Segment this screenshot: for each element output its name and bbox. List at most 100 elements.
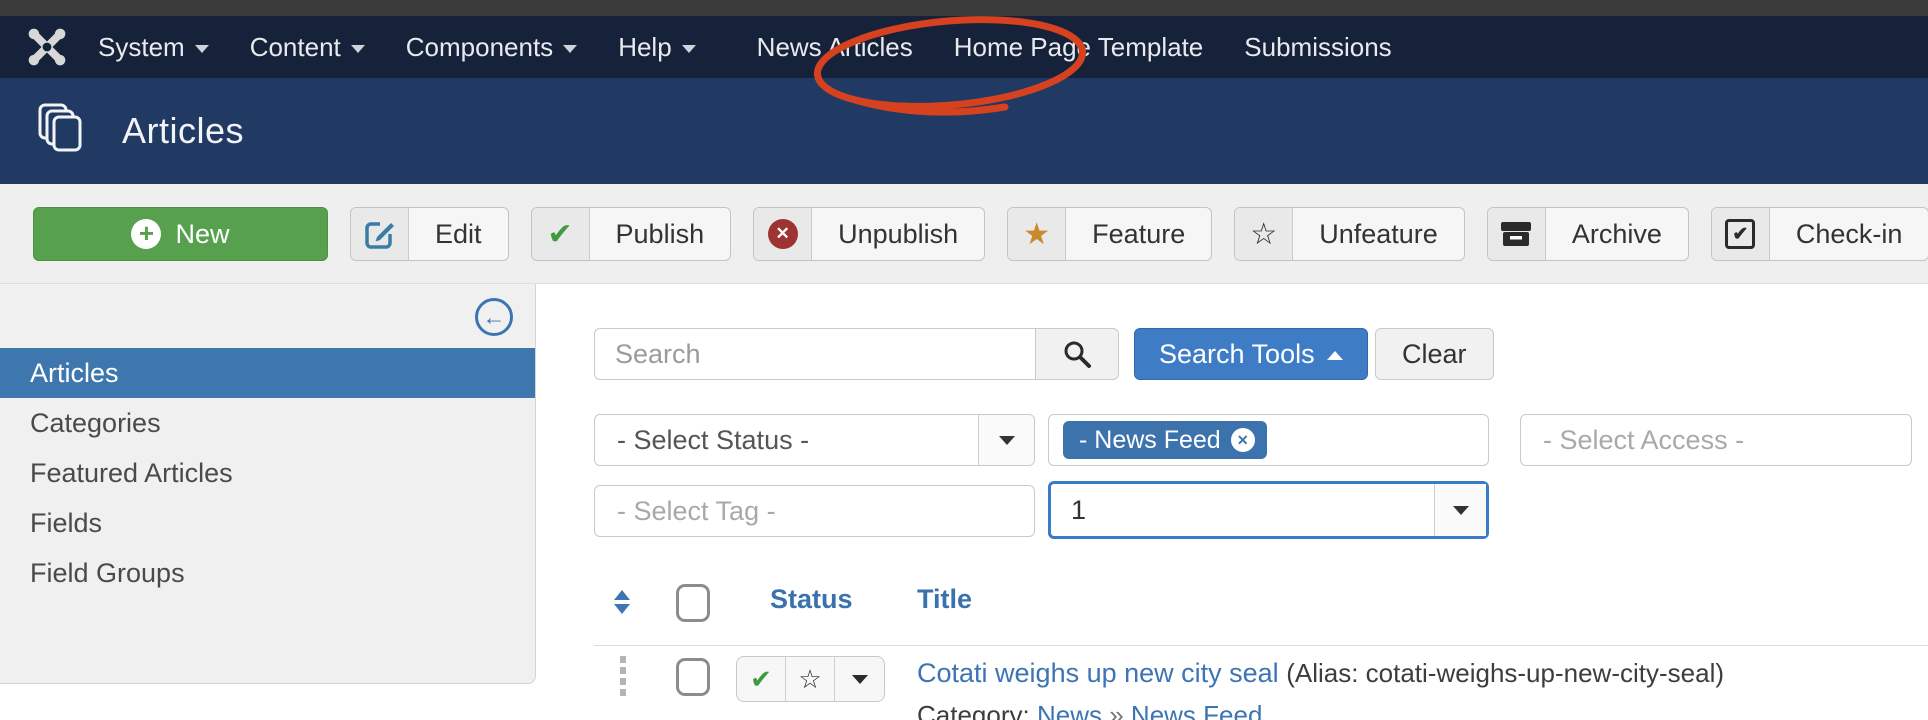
chevron-down-icon: [351, 45, 365, 53]
chevron-down-icon: [195, 45, 209, 53]
chevron-down-icon: [852, 675, 868, 684]
menu-content[interactable]: Content: [250, 32, 365, 63]
toolbar: + New Edit ✔ Publish ✕ U: [0, 184, 1928, 284]
menu-submissions-label: Submissions: [1244, 32, 1391, 63]
status-filter-value: - Select Status -: [595, 425, 978, 456]
search-tools-button[interactable]: Search Tools: [1134, 328, 1368, 380]
category-filter-box[interactable]: - News Feed ✕: [1048, 414, 1489, 466]
column-header-title[interactable]: Title: [917, 584, 972, 615]
category-chip-label: - News Feed: [1079, 426, 1221, 455]
status-filter-caret[interactable]: [978, 415, 1034, 465]
access-filter-value: - Select Access -: [1521, 425, 1911, 456]
sidebar: ← Articles Categories Featured Articles …: [0, 284, 536, 684]
search-icon: [1062, 339, 1092, 369]
main-content: Search Tools Clear - Select Status - - N…: [536, 284, 1928, 720]
unfeature-button-label: Unfeature: [1293, 208, 1464, 260]
tag-filter-select[interactable]: - Select Tag -: [594, 485, 1035, 537]
check-in-button[interactable]: ✔ Check-in: [1711, 207, 1928, 261]
edit-button-label: Edit: [409, 208, 508, 260]
unpublish-button[interactable]: ✕ Unpublish: [753, 207, 985, 261]
menu-system[interactable]: System: [98, 32, 209, 63]
check-icon: ✔: [532, 208, 590, 260]
menu-help-label: Help: [618, 32, 671, 63]
menu-components-label: Components: [406, 32, 553, 63]
menu-content-label: Content: [250, 32, 341, 63]
row-status-dropdown[interactable]: [835, 657, 884, 701]
star-outline-icon: ☆: [1235, 208, 1293, 260]
new-button[interactable]: + New: [33, 207, 328, 261]
row-title-line: Cotati weighs up new city seal (Alias: c…: [917, 658, 1724, 689]
access-filter-select[interactable]: - Select Access -: [1520, 414, 1912, 466]
new-button-label: New: [175, 219, 229, 250]
chevron-up-icon: [1327, 351, 1343, 360]
clear-button[interactable]: Clear: [1375, 328, 1494, 380]
tag-filter-value: - Select Tag -: [595, 496, 1034, 527]
publish-button-label: Publish: [590, 208, 731, 260]
plus-circle-icon: +: [131, 219, 161, 249]
menu-system-label: System: [98, 32, 185, 63]
levels-filter-select[interactable]: 1: [1048, 481, 1489, 539]
menu-components[interactable]: Components: [406, 32, 577, 63]
sidebar-item-articles[interactable]: Articles: [0, 348, 535, 398]
page-title: Articles: [122, 110, 244, 152]
row-drag-handle[interactable]: [620, 656, 626, 696]
menu-help[interactable]: Help: [618, 32, 695, 63]
chevron-down-icon: [682, 45, 696, 53]
search-tools-label: Search Tools: [1159, 339, 1315, 370]
chevron-down-icon: [1453, 506, 1469, 515]
sidebar-item-fields[interactable]: Fields: [0, 498, 535, 548]
row-published-icon[interactable]: ✔: [737, 657, 786, 701]
unfeature-button[interactable]: ☆ Unfeature: [1234, 207, 1465, 261]
status-filter-select[interactable]: - Select Status -: [594, 414, 1035, 466]
collapse-sidebar-button[interactable]: ←: [475, 298, 513, 336]
x-circle-icon: ✕: [754, 208, 812, 260]
unpublish-button-label: Unpublish: [812, 208, 984, 260]
search-input[interactable]: [594, 328, 1035, 380]
article-title-link[interactable]: Cotati weighs up new city seal: [917, 658, 1279, 688]
article-alias-text: (Alias: cotati-weighs-up-new-city-seal): [1286, 658, 1724, 688]
checked-box-icon: ✔: [1712, 208, 1770, 260]
subcategory-link[interactable]: News Feed: [1131, 700, 1263, 720]
check-in-button-label: Check-in: [1770, 208, 1928, 260]
archive-box-icon: [1488, 208, 1546, 260]
levels-filter-value: 1: [1051, 495, 1434, 526]
menu-submissions[interactable]: Submissions: [1244, 32, 1391, 63]
menu-news-articles-label: News Articles: [757, 32, 913, 63]
archive-button[interactable]: Archive: [1487, 207, 1689, 261]
feature-button-label: Feature: [1066, 208, 1211, 260]
select-all-checkbox[interactable]: [676, 584, 710, 622]
arrow-left-icon: ←: [483, 304, 506, 331]
archive-button-label: Archive: [1546, 208, 1688, 260]
category-chip: - News Feed ✕: [1063, 421, 1267, 459]
column-header-status[interactable]: Status: [770, 584, 853, 615]
sidebar-item-field-groups[interactable]: Field Groups: [0, 548, 535, 598]
menu-home-page-template-label: Home Page Template: [954, 32, 1204, 63]
feature-button[interactable]: ★ Feature: [1007, 207, 1212, 261]
publish-button[interactable]: ✔ Publish: [531, 207, 732, 261]
menu-home-page-template[interactable]: Home Page Template: [954, 32, 1204, 63]
menu-news-articles[interactable]: News Articles: [757, 32, 913, 63]
joomla-logo-icon: [26, 26, 68, 68]
edit-button[interactable]: Edit: [350, 207, 509, 261]
category-link[interactable]: News: [1037, 700, 1102, 720]
chevron-down-icon: [563, 45, 577, 53]
clear-button-label: Clear: [1402, 339, 1467, 370]
star-filled-icon: ★: [1008, 208, 1066, 260]
ordering-sort-icon[interactable]: [614, 590, 630, 614]
row-feature-star-icon[interactable]: ☆: [786, 657, 835, 701]
levels-filter-caret[interactable]: [1434, 484, 1486, 536]
page-header: Articles: [0, 78, 1928, 184]
row-category-line: Category: News » News Feed: [917, 700, 1262, 720]
sidebar-menu: Articles Categories Featured Articles Fi…: [0, 348, 535, 598]
admin-menubar: System Content Components Help News Arti…: [0, 16, 1928, 78]
row-status-group: ✔ ☆: [736, 656, 885, 702]
window-top-strip: [0, 0, 1928, 16]
remove-chip-icon[interactable]: ✕: [1231, 428, 1255, 452]
row-checkbox[interactable]: [676, 658, 710, 696]
chevron-down-icon: [999, 436, 1015, 445]
category-prefix: Category:: [917, 700, 1030, 720]
search-submit-button[interactable]: [1035, 328, 1119, 380]
sidebar-item-featured-articles[interactable]: Featured Articles: [0, 448, 535, 498]
sidebar-item-categories[interactable]: Categories: [0, 398, 535, 448]
articles-stack-icon: [36, 103, 84, 160]
